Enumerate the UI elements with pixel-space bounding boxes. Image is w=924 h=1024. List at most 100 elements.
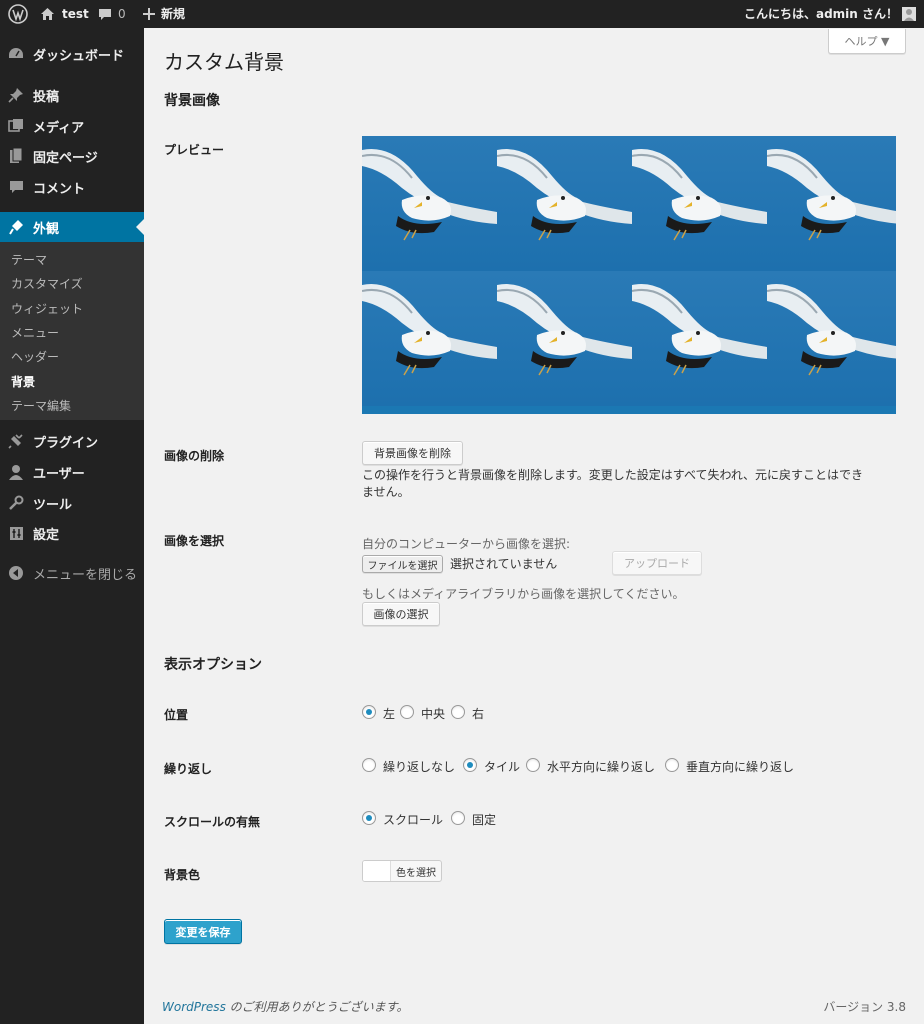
attachment-scroll-label: スクロール [383, 813, 444, 827]
admin-bar: test 0 新規 こんにちは、admin さん！ [0, 0, 924, 28]
remove-note-line-2: ません。 [362, 485, 410, 499]
menu-label: コメント [33, 181, 86, 197]
position-right-radio[interactable] [451, 705, 465, 719]
choose-file-button[interactable]: ファイルを選択 [362, 555, 443, 573]
position-center-radio[interactable] [400, 705, 414, 719]
color-picker-button[interactable]: 色を選択 [362, 860, 442, 882]
comments-count: 0 [118, 7, 126, 21]
appearance-submenu: テーマ カスタマイズ ウィジェット メニュー ヘッダー 背景 テーマ編集 [0, 242, 144, 420]
menu-item-appearance[interactable]: 外観 [0, 212, 144, 242]
footer-thanks-text: のご利用ありがとうございます。 [225, 1000, 409, 1014]
home-icon [40, 7, 55, 21]
attachment-fixed-label: 固定 [472, 813, 497, 827]
menu-label: ユーザー [33, 466, 85, 482]
collapse-label: メニューを閉じる [33, 567, 138, 583]
no-file-text: 選択されていません [450, 557, 558, 571]
submenu-item-themes[interactable]: テーマ [11, 251, 47, 269]
save-changes-button[interactable]: 変更を保存 [164, 919, 242, 944]
attachment-label: スクロールの有無 [164, 815, 261, 829]
menu-item-media[interactable]: メディア [0, 111, 144, 141]
position-left-label: 左 [383, 707, 396, 721]
remove-note: この操作を行うと背景画像を削除します。変更した設定はすべて失われ、元に戻すことは… [362, 467, 902, 501]
page-icon [8, 148, 24, 164]
repeat-tile-label: タイル [484, 760, 521, 774]
position-left-radio[interactable] [362, 705, 376, 719]
plugin-icon [8, 433, 24, 449]
menu-item-plugins[interactable]: プラグイン [0, 426, 144, 456]
submenu-item-background[interactable]: 背景 [11, 373, 35, 391]
remove-image-label: 画像の削除 [164, 449, 225, 463]
from-computer-text: 自分のコンピューターから画像を選択: [362, 537, 571, 551]
preview-tile [362, 271, 497, 406]
collapse-menu-button[interactable]: メニューを閉じる [0, 558, 144, 588]
footer-version: バージョン 3.8 [823, 1000, 906, 1014]
preview-tile [631, 271, 767, 406]
background-preview [362, 136, 896, 414]
menu-item-pages[interactable]: 固定ページ [0, 141, 144, 171]
submenu-item-header[interactable]: ヘッダー [11, 348, 59, 366]
repeat-no-repeat-radio[interactable] [362, 758, 376, 772]
repeat-vertical-label: 垂直方向に繰り返し [686, 760, 795, 774]
menu-item-tools[interactable]: ツール [0, 488, 144, 518]
wordpress-link[interactable]: WordPress [162, 1000, 226, 1014]
background-color-label: 背景色 [164, 868, 201, 882]
menu-item-users[interactable]: ユーザー [0, 457, 144, 487]
plus-icon [143, 8, 155, 20]
appearance-icon [8, 219, 24, 235]
my-account-link[interactable]: こんにちは、admin さん！ [744, 0, 916, 28]
wordpress-logo-icon[interactable] [8, 0, 28, 28]
settings-icon [8, 525, 24, 541]
pin-icon [8, 87, 24, 103]
help-tab-button[interactable]: ヘルプ ▼ [828, 29, 906, 54]
position-label: 位置 [164, 708, 189, 722]
footer-thanks: WordPress のご利用ありがとうございます。 [162, 998, 408, 1015]
menu-label: 投稿 [33, 89, 60, 105]
menu-label: メディア [33, 120, 85, 136]
avatar [902, 7, 916, 21]
preview-tile [766, 136, 896, 271]
color-swatch [363, 861, 391, 881]
menu-label: 外観 [33, 221, 60, 237]
submenu-item-menus[interactable]: メニュー [11, 324, 59, 342]
menu-label: ツール [33, 497, 73, 513]
preview-tile [362, 136, 497, 271]
position-center-label: 中央 [421, 707, 446, 721]
preview-tile [631, 136, 767, 271]
menu-label: 設定 [33, 527, 60, 543]
site-name-link[interactable]: test [40, 0, 89, 28]
new-content-link[interactable]: 新規 [143, 0, 185, 28]
submenu-item-theme-editor[interactable]: テーマ編集 [11, 397, 71, 415]
new-label: 新規 [161, 7, 186, 21]
user-icon [8, 464, 24, 480]
repeat-horizontal-radio[interactable] [526, 758, 540, 772]
page-title: カスタム背景 [164, 50, 284, 74]
repeat-vertical-radio[interactable] [665, 758, 679, 772]
menu-item-comments[interactable]: コメント [0, 172, 144, 202]
menu-item-settings[interactable]: 設定 [0, 518, 144, 548]
repeat-tile-radio[interactable] [463, 758, 477, 772]
menu-label: 固定ページ [33, 150, 98, 166]
comments-link[interactable]: 0 [98, 0, 126, 28]
comment-bubble-icon [98, 8, 112, 21]
media-icon [8, 118, 24, 134]
menu-item-dashboard[interactable]: ダッシュボード [0, 39, 144, 69]
menu-item-posts[interactable]: 投稿 [0, 80, 144, 110]
submenu-item-customize[interactable]: カスタマイズ [11, 275, 83, 293]
repeat-no-repeat-label: 繰り返しなし [383, 760, 456, 774]
attachment-scroll-radio[interactable] [362, 811, 376, 825]
preview-tile [496, 271, 632, 406]
section-heading-display-options: 表示オプション [164, 657, 262, 673]
preview-label: プレビュー [164, 143, 225, 157]
menu-label: ダッシュボード [33, 48, 125, 64]
from-library-text: もしくはメディアライブラリから画像を選択してください。 [362, 587, 685, 601]
upload-button[interactable]: アップロード [612, 551, 702, 575]
submenu-item-widgets[interactable]: ウィジェット [11, 300, 83, 318]
remove-background-button[interactable]: 背景画像を削除 [362, 441, 463, 465]
site-name: test [62, 7, 89, 21]
main-content: ヘルプ ▼ カスタム背景 背景画像 プレビュー 画像の削除 背景画像を削除 この… [144, 28, 924, 1024]
comment-icon [8, 179, 24, 195]
dashboard-icon [8, 46, 24, 62]
attachment-fixed-radio[interactable] [451, 811, 465, 825]
repeat-horizontal-label: 水平方向に繰り返し [547, 760, 656, 774]
choose-image-button[interactable]: 画像の選択 [362, 602, 440, 626]
